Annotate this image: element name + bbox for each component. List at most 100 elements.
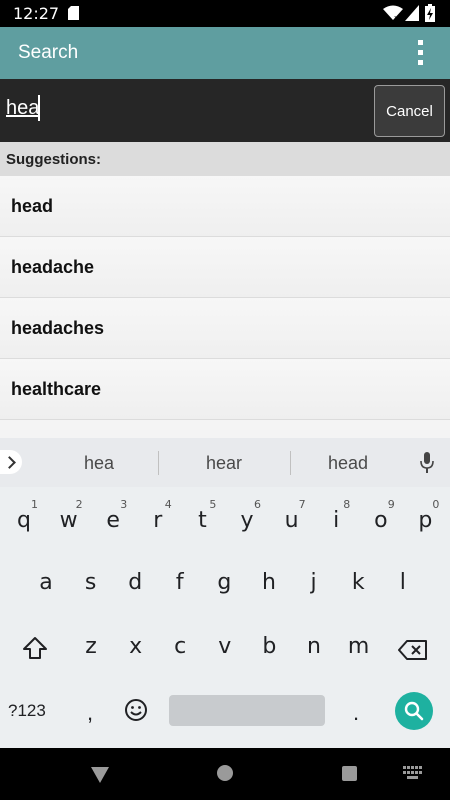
key-hint: 4	[164, 498, 172, 511]
suggestion-list: head headache headaches healthcare	[0, 176, 450, 438]
key-y[interactable]: y6	[227, 488, 267, 548]
key-i[interactable]: i8	[316, 488, 356, 548]
period-key[interactable]: .	[353, 700, 359, 726]
key-w[interactable]: w2	[49, 488, 89, 548]
key-label: w	[59, 508, 78, 533]
back-icon[interactable]	[91, 767, 109, 783]
key-label: f	[175, 570, 184, 595]
key-label: a	[39, 570, 53, 595]
key-h[interactable]: h	[249, 550, 289, 610]
key-a[interactable]: a	[26, 550, 66, 610]
symbols-key[interactable]: ?123	[8, 701, 46, 721]
key-label: h	[262, 570, 276, 595]
suggestion-item[interactable]: headache	[0, 237, 450, 298]
status-time: 12:27	[13, 4, 60, 23]
key-j[interactable]: j	[294, 550, 334, 610]
suggestion-label: headaches	[11, 318, 105, 338]
text-cursor	[38, 95, 40, 121]
key-hint: 7	[298, 498, 306, 511]
suggestion-item[interactable]: healthcare	[0, 359, 450, 420]
key-label: t	[198, 508, 207, 533]
shift-icon[interactable]	[22, 636, 48, 660]
keyboard-suggestion-strip: hea hear head	[0, 438, 450, 487]
key-label: o	[374, 508, 388, 533]
key-d[interactable]: d	[115, 550, 155, 610]
wifi-icon: x	[383, 5, 403, 21]
strip-suggestion[interactable]: head	[298, 453, 398, 474]
key-f[interactable]: f	[160, 550, 200, 610]
search-input[interactable]: hea	[6, 97, 39, 120]
suggestion-label: headache	[11, 257, 95, 277]
key-l[interactable]: l	[383, 550, 423, 610]
key-o[interactable]: o9	[361, 488, 401, 548]
key-label: c	[174, 634, 187, 659]
key-label: k	[351, 570, 365, 595]
suggestion-item[interactable]: headaches	[0, 298, 450, 359]
key-k[interactable]: k	[338, 550, 378, 610]
key-m[interactable]: m	[339, 614, 379, 674]
key-t[interactable]: t5	[182, 488, 222, 548]
key-hint: 3	[120, 498, 128, 511]
key-label: y	[240, 508, 254, 533]
key-label: q	[17, 508, 31, 533]
key-label: p	[418, 508, 433, 533]
recents-icon[interactable]	[342, 766, 357, 781]
key-label: j	[310, 570, 317, 595]
key-s[interactable]: s	[71, 550, 111, 610]
key-x[interactable]: x	[116, 614, 156, 674]
suggestions-header-label: Suggestions:	[6, 151, 102, 168]
space-key[interactable]	[169, 695, 325, 726]
emoji-icon[interactable]	[124, 698, 148, 722]
key-label: n	[307, 634, 321, 659]
svg-text:x: x	[394, 14, 398, 21]
key-label: l	[399, 570, 406, 595]
backspace-icon[interactable]	[398, 640, 428, 660]
key-z[interactable]: z	[71, 614, 111, 674]
key-label: g	[217, 570, 232, 595]
cancel-button[interactable]: Cancel	[374, 85, 445, 137]
key-g[interactable]: g	[204, 550, 244, 610]
key-c[interactable]: c	[160, 614, 200, 674]
strip-divider	[290, 451, 291, 475]
comma-key[interactable]: ,	[87, 700, 93, 726]
home-icon[interactable]	[217, 765, 233, 781]
search-icon	[404, 701, 424, 721]
strip-divider	[158, 451, 159, 475]
key-v[interactable]: v	[205, 614, 245, 674]
overflow-menu-icon[interactable]	[416, 40, 424, 68]
expand-strip-icon[interactable]	[0, 450, 22, 474]
key-label: e	[106, 508, 120, 533]
key-hint: 5	[209, 498, 217, 511]
navigation-bar	[0, 748, 450, 800]
suggestion-label: healthcare	[11, 379, 102, 399]
key-u[interactable]: u7	[272, 488, 312, 548]
key-e[interactable]: e3	[93, 488, 133, 548]
key-label: r	[153, 508, 163, 533]
signal-icon	[405, 5, 419, 21]
suggestions-header: Suggestions:	[0, 142, 450, 176]
key-label: b	[262, 634, 277, 659]
key-p[interactable]: p0	[405, 488, 445, 548]
key-label: d	[128, 570, 143, 595]
suggestion-item[interactable]: head	[0, 176, 450, 237]
sd-card-icon	[68, 6, 79, 20]
key-label: s	[84, 570, 97, 595]
suggestion-label: head	[11, 196, 54, 216]
key-label: z	[85, 634, 97, 659]
strip-suggestion[interactable]: hea	[49, 453, 149, 474]
key-hint: 1	[31, 498, 38, 511]
key-b[interactable]: b	[249, 614, 289, 674]
strip-suggestion[interactable]: hear	[174, 453, 274, 474]
app-title: Search	[18, 42, 79, 63]
battery-icon	[425, 4, 435, 22]
keyboard-switch-icon[interactable]	[403, 766, 423, 780]
key-r[interactable]: r4	[138, 488, 178, 548]
search-key[interactable]	[395, 692, 433, 730]
key-label: v	[218, 634, 232, 659]
key-hint: 6	[254, 498, 261, 511]
key-n[interactable]: n	[294, 614, 334, 674]
microphone-icon[interactable]	[420, 452, 434, 474]
status-bar: 12:27 x	[0, 0, 450, 27]
key-hint: 9	[387, 498, 395, 511]
key-q[interactable]: q1	[4, 488, 44, 548]
